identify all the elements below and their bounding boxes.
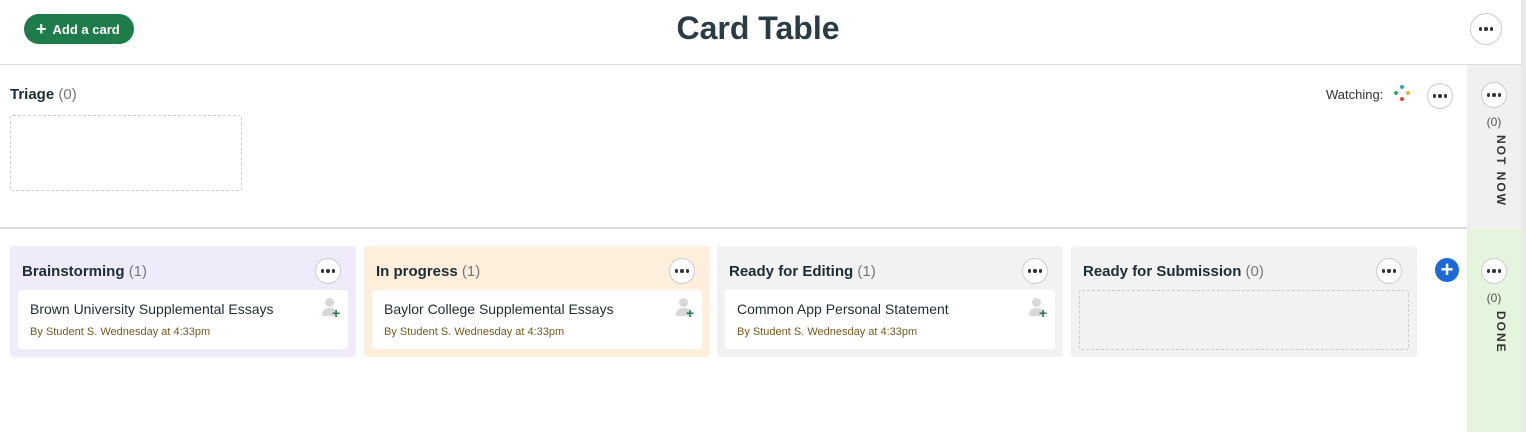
- card-title: Baylor College Supplemental Essays: [384, 301, 614, 317]
- card[interactable]: Common App Personal Statement By Student…: [725, 290, 1055, 349]
- triage-drop-zone[interactable]: [10, 115, 242, 191]
- column-title: In progress (1): [376, 263, 480, 280]
- page-header: + Add a card Card Table: [0, 0, 1526, 65]
- ellipsis-dot: [326, 269, 330, 273]
- card-meta: By Student S. Wednesday at 4:33pm: [384, 326, 565, 338]
- ellipsis-dot: [1443, 94, 1448, 98]
- watchers-icon: [1393, 85, 1411, 103]
- done-label: DONE: [1494, 311, 1508, 354]
- column-brainstorming: Brainstorming (1) Brown University Suppl…: [10, 246, 356, 357]
- triage-title-text: Triage: [10, 86, 55, 103]
- ellipsis-dot: [680, 269, 684, 273]
- column-title-text: Ready for Editing: [729, 263, 854, 280]
- ellipsis-icon: [1486, 93, 1491, 97]
- triage-count: (0): [58, 86, 77, 103]
- page-title: Card Table: [676, 10, 840, 46]
- add-person-icon[interactable]: +: [674, 296, 696, 320]
- column-title-text: Brainstorming: [22, 263, 125, 280]
- column-ready-for-editing: Ready for Editing (1) Common App Persona…: [717, 246, 1063, 357]
- column-options-button[interactable]: [669, 258, 695, 284]
- not-now-panel[interactable]: (0) NOT NOW: [1467, 65, 1521, 229]
- ellipsis-icon: [1027, 269, 1032, 273]
- column-title-text: In progress: [376, 263, 458, 280]
- card[interactable]: Brown University Supplemental Essays By …: [18, 290, 348, 349]
- column-options-button[interactable]: [1022, 258, 1048, 284]
- column-title: Ready for Editing (1): [729, 263, 876, 280]
- add-person-icon[interactable]: +: [320, 296, 342, 320]
- not-now-label: NOT NOW: [1494, 135, 1508, 207]
- column-count: (0): [1245, 263, 1264, 280]
- watchers-dot: [1400, 85, 1405, 89]
- card[interactable]: Baylor College Supplemental Essays By St…: [372, 290, 702, 349]
- ellipsis-dot: [1387, 269, 1391, 273]
- card-meta: By Student S. Wednesday at 4:33pm: [737, 326, 918, 338]
- column-count: (1): [857, 263, 876, 280]
- ellipsis-dot: [1492, 269, 1496, 273]
- ellipsis-icon: [674, 269, 679, 273]
- column-options-button[interactable]: [1376, 258, 1402, 284]
- ellipsis-dot: [1489, 27, 1494, 31]
- not-now-count: (0): [1486, 115, 1502, 129]
- ellipsis-dot: [1497, 269, 1502, 273]
- ellipsis-dot: [1033, 269, 1037, 273]
- column-title: Ready for Submission (0): [1083, 263, 1264, 280]
- ellipsis-icon: [1478, 27, 1483, 31]
- plus-icon: +: [1440, 257, 1454, 282]
- ellipsis-dot: [1038, 269, 1043, 273]
- plus-icon: +: [332, 305, 341, 321]
- column-options-button[interactable]: [315, 258, 341, 284]
- card-title: Common App Personal Statement: [737, 301, 949, 317]
- add-person-icon[interactable]: +: [1027, 296, 1049, 320]
- card-title: Brown University Supplemental Essays: [30, 301, 274, 317]
- watchers-dot: [1394, 91, 1399, 95]
- watchers-dot: [1400, 97, 1405, 101]
- column-count: (1): [128, 263, 148, 280]
- done-count: (0): [1486, 291, 1502, 305]
- done-options-button[interactable]: [1481, 258, 1507, 284]
- column-title: Brainstorming (1): [22, 263, 147, 280]
- watching-label: Watching:: [1326, 86, 1384, 102]
- column-ready-for-submission: Ready for Submission (0): [1071, 246, 1417, 357]
- ellipsis-dot: [1484, 27, 1488, 31]
- triage-options-button[interactable]: [1427, 83, 1453, 109]
- ellipsis-icon: [1432, 94, 1437, 98]
- watchers-dot: [1406, 91, 1411, 95]
- ellipsis-dot: [1392, 269, 1397, 273]
- ellipsis-dot: [1438, 94, 1442, 98]
- ellipsis-icon: [320, 269, 325, 273]
- column-count: (1): [461, 263, 481, 280]
- plus-icon: +: [1039, 305, 1048, 321]
- ellipsis-dot: [685, 269, 690, 273]
- scrollbar-track[interactable]: [1521, 0, 1526, 432]
- not-now-options-button[interactable]: [1481, 82, 1507, 108]
- triage-section: Triage (0) Watching:: [0, 65, 1467, 229]
- page-options-button[interactable]: [1470, 13, 1502, 45]
- card-meta: By Student S. Wednesday at 4:33pm: [30, 326, 211, 338]
- column-title-text: Ready for Submission: [1083, 263, 1242, 280]
- column-in-progress: In progress (1) Baylor College Supplemen…: [364, 246, 710, 357]
- add-column-button[interactable]: +: [1435, 258, 1459, 282]
- ellipsis-icon: [1381, 269, 1386, 273]
- plus-icon: +: [686, 305, 695, 321]
- watching-indicator[interactable]: Watching:: [1326, 85, 1411, 103]
- ellipsis-dot: [1497, 93, 1502, 97]
- column-drop-zone[interactable]: [1079, 290, 1409, 350]
- ellipsis-dot: [1492, 93, 1496, 97]
- ellipsis-dot: [331, 269, 336, 273]
- ellipsis-icon: [1486, 269, 1491, 273]
- triage-title: Triage (0): [10, 86, 77, 103]
- done-panel[interactable]: (0) DONE: [1467, 229, 1521, 432]
